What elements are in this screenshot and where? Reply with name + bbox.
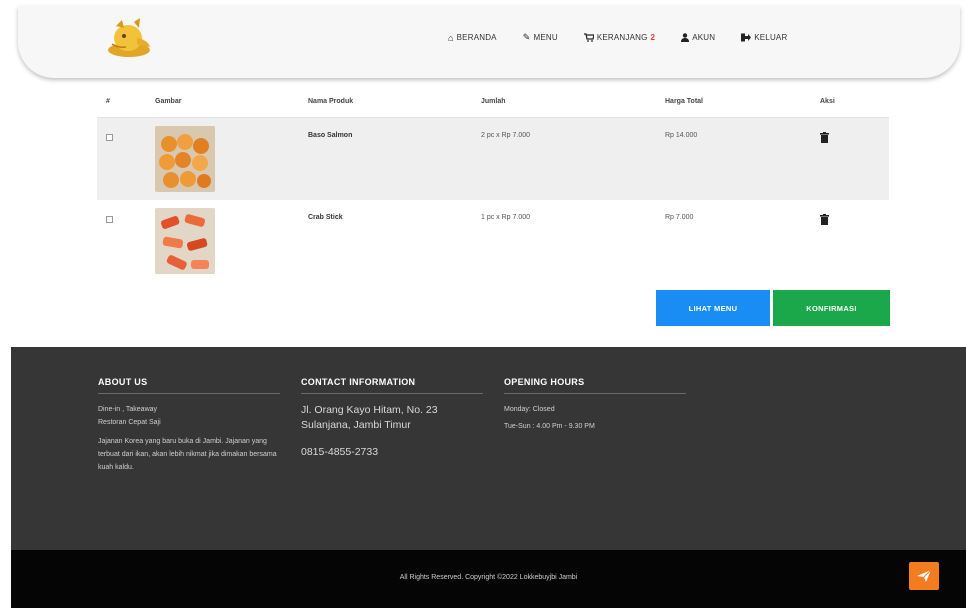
cart-table: # Gambar Nama Produk Jumlah Harga Total … bbox=[97, 86, 889, 282]
product-total: Rp 14.000 bbox=[665, 132, 698, 139]
product-image bbox=[155, 208, 215, 274]
footer-about-line2: Restoran Cepat Saji bbox=[98, 419, 161, 426]
footer-contact-title: CONTACT INFORMATION bbox=[301, 377, 483, 394]
page: ⌂ BERANDA ✎ MENU KERANJANG 2 AKUN KELUAR… bbox=[0, 0, 966, 608]
footer-about-line1: Dine-in , Takeaway bbox=[98, 406, 158, 413]
cart-count-badge: 2 bbox=[650, 33, 656, 42]
footer-phone: 0815-4855-2733 bbox=[301, 446, 379, 458]
nav-beranda-label: BERANDA bbox=[456, 33, 497, 42]
copyright-bar: All Rights Reserved. Copyright ©2022 Lok… bbox=[11, 550, 966, 608]
site-header: ⌂ BERANDA ✎ MENU KERANJANG 2 AKUN KELUAR bbox=[18, 6, 960, 78]
row-checkbox[interactable] bbox=[106, 216, 113, 223]
product-quantity: 2 pc x Rp 7.000 bbox=[481, 132, 531, 139]
footer-hours-line1: Monday: Closed bbox=[504, 406, 555, 413]
nav-keluar[interactable]: KELUAR bbox=[741, 33, 787, 42]
trash-icon[interactable] bbox=[820, 214, 829, 225]
footer-about-description: Jajanan Korea yang baru buka di Jambi. J… bbox=[98, 438, 277, 471]
product-name: Crab Stick bbox=[308, 214, 343, 221]
col-number: # bbox=[106, 98, 110, 105]
footer-about-title: ABOUT US bbox=[98, 377, 280, 394]
table-row: Baso Salmon 2 pc x Rp 7.000 Rp 14.000 bbox=[97, 118, 889, 200]
nav-akun-label: AKUN bbox=[692, 33, 716, 42]
nav-keranjang[interactable]: KERANJANG 2 bbox=[583, 33, 656, 42]
copyright-text: All Rights Reserved. Copyright ©2022 Lok… bbox=[399, 574, 578, 581]
cart-icon bbox=[583, 33, 594, 42]
nav-akun[interactable]: AKUN bbox=[681, 33, 715, 42]
footer-address-line1: Jl. Orang Kayo Hitam, No. 23 bbox=[301, 404, 438, 416]
nav-menu-label: MENU bbox=[533, 33, 558, 42]
col-jumlah: Jumlah bbox=[481, 98, 506, 105]
paper-plane-icon bbox=[917, 569, 932, 582]
pencil-icon: ✎ bbox=[522, 32, 531, 42]
nav-keranjang-label: KERANJANG bbox=[596, 33, 648, 42]
nav-keluar-label: KELUAR bbox=[754, 33, 788, 42]
product-total: Rp 7.000 bbox=[665, 214, 694, 221]
col-gambar: Gambar bbox=[155, 98, 182, 105]
table-header: # Gambar Nama Produk Jumlah Harga Total … bbox=[97, 86, 889, 118]
footer-hours-line2: Tue-Sun : 4.00 Pm - 9.30 PM bbox=[504, 423, 595, 430]
table-row: Crab Stick 1 pc x Rp 7.000 Rp 7.000 bbox=[97, 200, 889, 282]
product-image bbox=[155, 126, 215, 192]
col-nama-produk: Nama Produk bbox=[308, 98, 354, 105]
footer-about: ABOUT US Dine-in , Takeaway Restoran Cep… bbox=[98, 377, 280, 474]
user-icon bbox=[681, 33, 690, 42]
row-checkbox[interactable] bbox=[106, 134, 113, 141]
nav-menu[interactable]: ✎ MENU bbox=[523, 32, 558, 43]
site-footer: ABOUT US Dine-in , Takeaway Restoran Cep… bbox=[11, 347, 966, 550]
product-name: Baso Salmon bbox=[308, 132, 353, 139]
confirm-button[interactable]: KONFIRMASI bbox=[773, 290, 890, 326]
footer-contact: CONTACT INFORMATION Jl. Orang Kayo Hitam… bbox=[301, 377, 483, 460]
footer-address-line2: Sulanjana, Jambi Timur bbox=[301, 419, 411, 431]
brand-logo[interactable] bbox=[104, 16, 154, 60]
col-harga-total: Harga Total bbox=[665, 98, 703, 105]
nav-beranda[interactable]: ⌂ BERANDA bbox=[448, 33, 497, 43]
back-to-top-button[interactable] bbox=[909, 562, 939, 590]
trash-icon[interactable] bbox=[820, 132, 829, 143]
sign-out-icon bbox=[741, 33, 752, 42]
footer-hours-title: OPENING HOURS bbox=[504, 377, 686, 394]
col-aksi: Aksi bbox=[820, 98, 835, 105]
footer-hours: OPENING HOURS Monday: Closed Tue-Sun : 4… bbox=[504, 377, 686, 433]
home-icon: ⌂ bbox=[448, 32, 454, 43]
view-menu-button[interactable]: LIHAT MENU bbox=[656, 290, 770, 326]
product-quantity: 1 pc x Rp 7.000 bbox=[481, 214, 531, 221]
main-nav: ⌂ BERANDA ✎ MENU KERANJANG 2 AKUN KELUAR bbox=[448, 32, 813, 43]
